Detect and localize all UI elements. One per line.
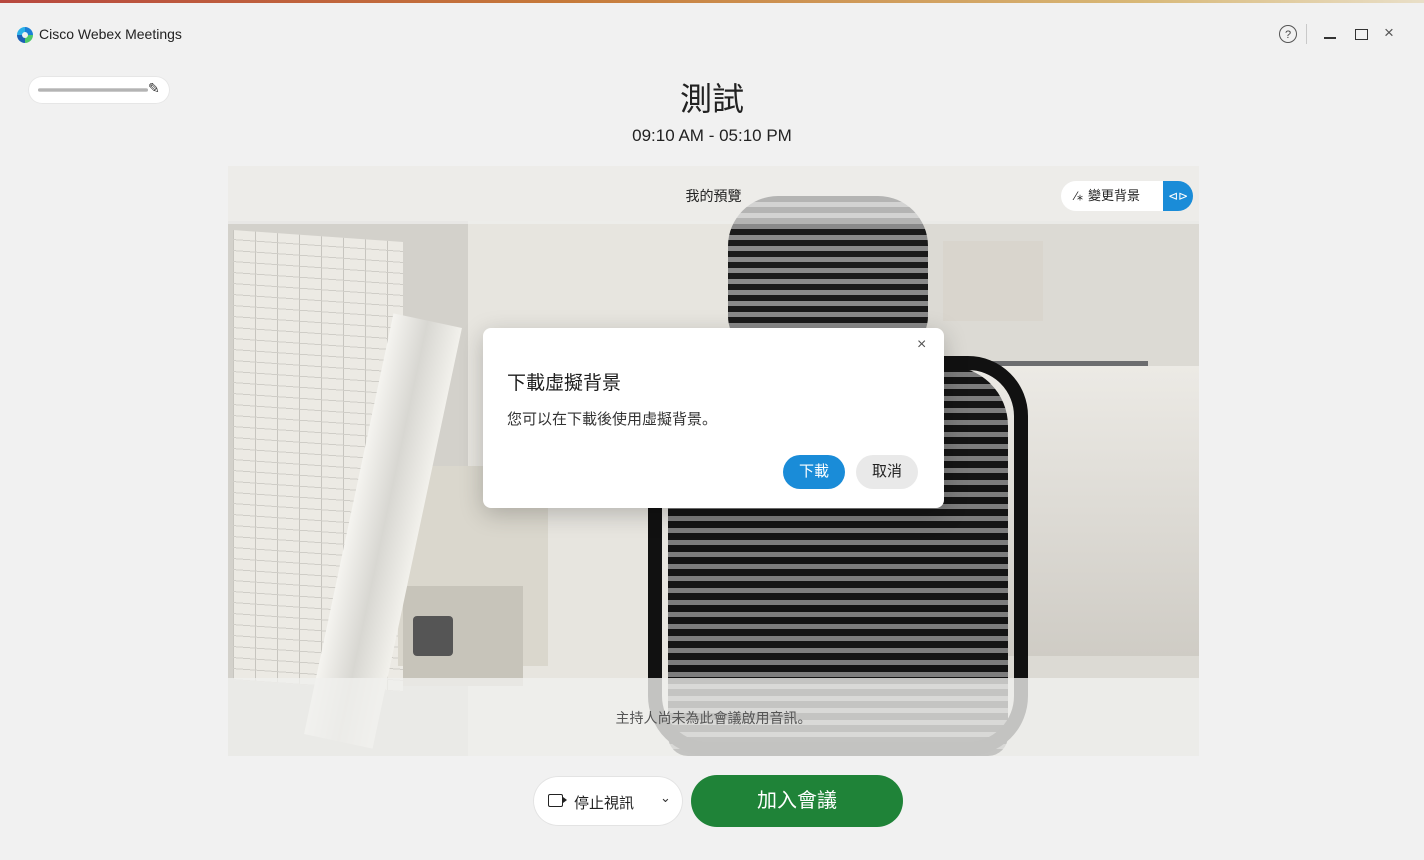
maximize-button[interactable]	[1355, 29, 1368, 40]
minimize-button[interactable]	[1320, 25, 1342, 47]
preview-footer: 主持人尚未為此會議啟用音訊。	[228, 678, 1199, 756]
stop-video-button[interactable]: 停止視訊 ⌄	[533, 776, 683, 826]
close-window-button[interactable]: ×	[1384, 23, 1394, 43]
camera-icon	[548, 794, 567, 807]
window-top-edge	[0, 0, 1424, 3]
mirror-video-button[interactable]: ⊲⊳	[1163, 181, 1193, 211]
chevron-down-icon[interactable]: ⌄	[660, 790, 671, 806]
download-background-dialog: × 下載虛擬背景 您可以在下載後使用虛擬背景。 下載 取消	[483, 328, 944, 508]
join-meeting-button[interactable]: 加入會議	[691, 775, 903, 827]
audio-notice: 主持人尚未為此會議啟用音訊。	[615, 710, 812, 726]
titlebar-divider	[1306, 24, 1307, 44]
webex-logo-icon	[17, 27, 33, 43]
download-button[interactable]: 下載	[783, 455, 845, 489]
preview-header: 我的預覽 ⁄⁎ 變更背景 ⊲⊳	[228, 166, 1199, 224]
stop-video-label: 停止視訊	[574, 795, 635, 812]
change-background-label: 變更背景	[1088, 188, 1141, 203]
preview-label: 我的預覽	[685, 188, 742, 204]
dialog-title: 下載虛擬背景	[507, 373, 622, 394]
dialog-close-icon[interactable]: ×	[917, 336, 926, 354]
cancel-button[interactable]: 取消	[856, 455, 918, 489]
title-bar: Cisco Webex Meetings ? ×	[0, 10, 1424, 50]
meeting-time: 09:10 AM - 05:10 PM	[632, 126, 792, 145]
meeting-title: 測試	[679, 81, 744, 117]
dialog-message: 您可以在下載後使用虛擬背景。	[507, 411, 718, 428]
app-title: Cisco Webex Meetings	[39, 26, 182, 42]
magic-wand-icon: ⁄⁎	[1075, 189, 1084, 203]
change-background-button[interactable]: ⁄⁎ 變更背景	[1061, 181, 1163, 211]
help-button[interactable]: ?	[1279, 25, 1297, 43]
